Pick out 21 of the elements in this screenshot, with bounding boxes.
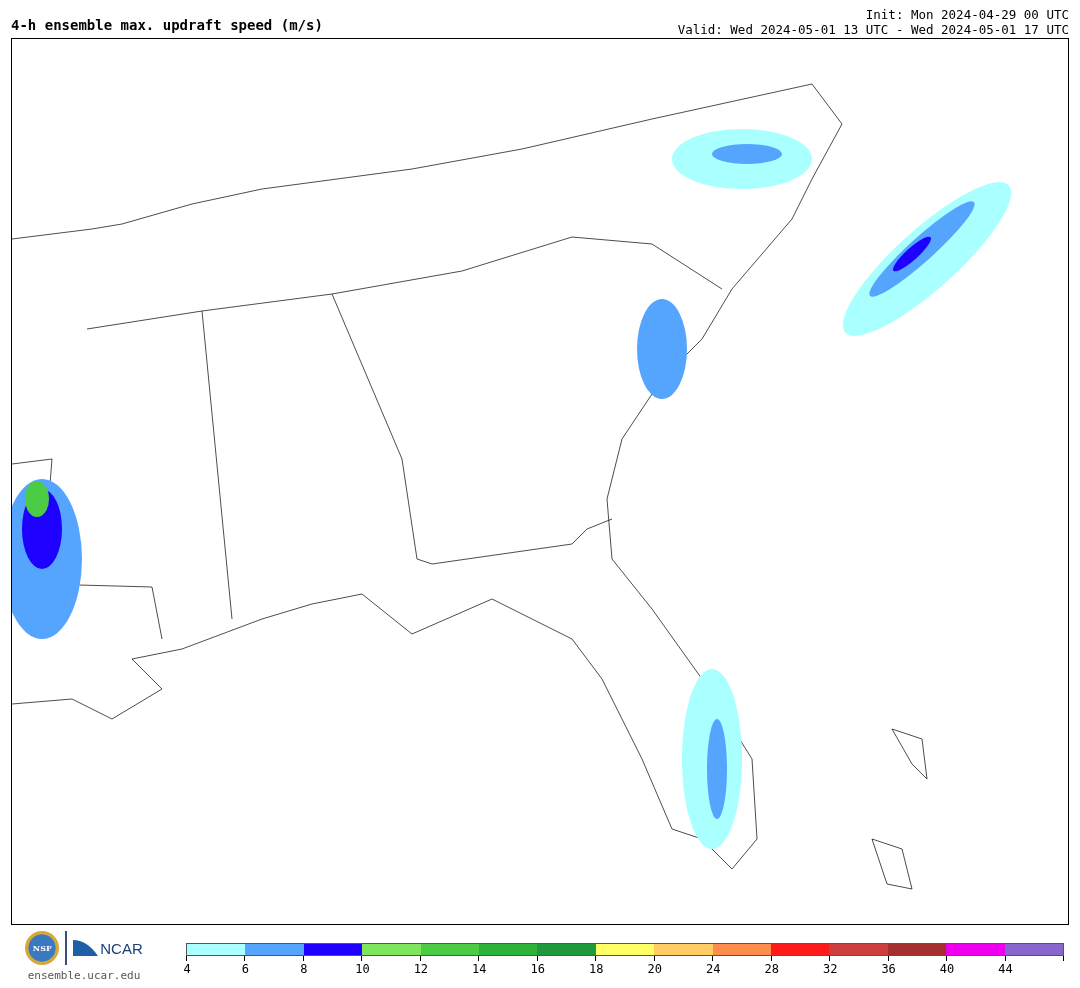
init-time: Init: Mon 2024-04-29 00 UTC bbox=[865, 7, 1069, 22]
tick-label: 28 bbox=[764, 962, 779, 976]
website-text: ensemble.ucar.edu bbox=[27, 969, 141, 982]
tick-label: 8 bbox=[300, 962, 308, 976]
tick-label: 12 bbox=[413, 962, 429, 976]
tick-label: 14 bbox=[472, 962, 487, 976]
ncar-logo: NCAR bbox=[73, 938, 143, 958]
tick-label: 16 bbox=[530, 962, 546, 976]
tick-label: 10 bbox=[355, 962, 370, 976]
tick-label: 18 bbox=[589, 962, 604, 976]
tick-label: 4 bbox=[183, 962, 191, 976]
tick-label: 44 bbox=[998, 962, 1013, 976]
tick-label: 24 bbox=[706, 962, 721, 976]
tick-label: 6 bbox=[241, 962, 250, 976]
tick-label: 32 bbox=[822, 962, 838, 976]
nsf-logo: NSF bbox=[25, 931, 60, 965]
tick-label: 36 bbox=[881, 962, 896, 976]
chart-title: 4-h ensemble max. updraft speed (m/s) bbox=[11, 17, 323, 35]
tick-label: 40 bbox=[939, 962, 955, 976]
valid-time: Valid: Wed 2024-05-01 13 UTC - Wed 2024-05-01 17 UTC bbox=[677, 22, 1069, 37]
tick-label: 20 bbox=[647, 962, 662, 976]
